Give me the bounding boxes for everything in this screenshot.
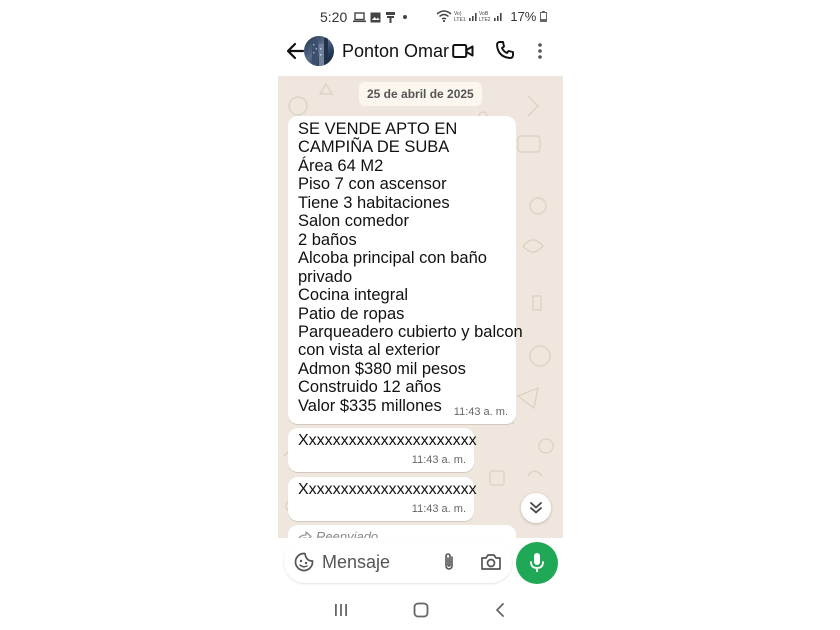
status-bar: 5:20 Vo) LTE1 VoB LTE2 17% (278, 6, 563, 28)
signal-icon: VoB LTE2 (479, 10, 503, 25)
svg-text:LTE1: LTE1 (454, 17, 466, 22)
message-time: 11:43 a. m. (453, 406, 508, 418)
message-line: CAMPIÑA DE SUBA (298, 138, 450, 157)
back-arrow-icon[interactable] (284, 40, 306, 62)
battery-indicator: 17% (510, 9, 547, 24)
message-time: 11:43 a. m. (411, 454, 466, 466)
recent-apps-icon[interactable] (333, 602, 349, 618)
message-bubble[interactable]: Xxxxxxxxxxxxxxxxxxxxxx 11:43 a. m. (288, 477, 477, 521)
chat-area[interactable]: 25 de abril de 2025 SE VENDE APTO EN CAM… (278, 76, 563, 538)
system-nav-bar (278, 594, 563, 630)
microphone-icon (530, 553, 544, 572)
contact-name[interactable]: Ponton Omar (342, 41, 449, 62)
message-line: Salon comedor (298, 212, 409, 231)
message-composer (284, 541, 512, 583)
wifi-icon (436, 10, 452, 25)
paperclip-icon[interactable] (442, 552, 456, 572)
avatar[interactable] (304, 36, 334, 66)
message-line: 2 baños (298, 230, 357, 249)
message-line: Cocina integral (298, 286, 409, 305)
usb-icon (385, 11, 396, 26)
forwarded-icon (298, 531, 312, 538)
laptop-icon (353, 11, 366, 26)
message-time: 11:43 a. m. (411, 503, 466, 515)
double-chevron-down-icon (530, 502, 542, 514)
phone-screen: 5:20 Vo) LTE1 VoB LTE2 17% Ponton Omar 2… (278, 0, 563, 630)
date-chip: 25 de abril de 2025 (359, 82, 482, 106)
battery-percent: 17% (510, 9, 537, 24)
message-line: Piso 7 con ascensor (298, 175, 447, 194)
message-line: Alcoba principal con baño (298, 249, 487, 268)
message-text: Xxxxxxxxxxxxxxxxxxxxxx (298, 481, 477, 498)
status-time: 5:20 (320, 9, 348, 25)
battery-icon (540, 11, 547, 22)
message-line: Parqueadero cubierto y balcon (298, 322, 523, 341)
avatar-image (312, 38, 328, 66)
message-line: privado (298, 267, 353, 286)
scroll-to-bottom-button[interactable] (521, 493, 551, 523)
message-bubble[interactable]: SE VENDE APTO EN CAMPIÑA DE SUBA Área 64… (288, 116, 523, 424)
forwarded-label: Reenviado (316, 529, 379, 538)
voice-message-button[interactable] (516, 542, 558, 584)
message-line: Admon $380 mil pesos (298, 359, 466, 378)
video-call-icon[interactable] (452, 42, 474, 60)
message-input[interactable] (322, 549, 432, 575)
signal-icon: Vo) LTE1 (454, 10, 478, 25)
message-line: SE VENDE APTO EN (298, 120, 458, 138)
home-icon[interactable] (413, 602, 429, 618)
message-bubble[interactable]: Reenviado (288, 525, 516, 538)
message-line: Tiene 3 habitaciones (298, 193, 450, 212)
message-line: Construido 12 años (298, 378, 442, 397)
nav-back-icon[interactable] (492, 602, 508, 618)
svg-text:LTE2: LTE2 (479, 17, 491, 22)
message-line: Área 64 M2 (298, 156, 384, 175)
chat-header: Ponton Omar (278, 32, 563, 74)
dot-icon (402, 10, 408, 25)
message-text: Xxxxxxxxxxxxxxxxxxxxxx (298, 432, 477, 449)
sticker-icon[interactable] (294, 552, 314, 572)
more-options-icon[interactable] (536, 41, 544, 61)
message-bubble[interactable]: Xxxxxxxxxxxxxxxxxxxxxx 11:43 a. m. (288, 428, 477, 472)
phone-call-icon[interactable] (495, 40, 515, 60)
gallery-icon (370, 11, 381, 26)
message-line: Patio de ropas (298, 304, 405, 323)
message-line: con vista al exterior (298, 341, 441, 360)
camera-icon[interactable] (480, 553, 502, 571)
message-text: SE VENDE APTO EN CAMPIÑA DE SUBA Área 64… (298, 120, 523, 415)
